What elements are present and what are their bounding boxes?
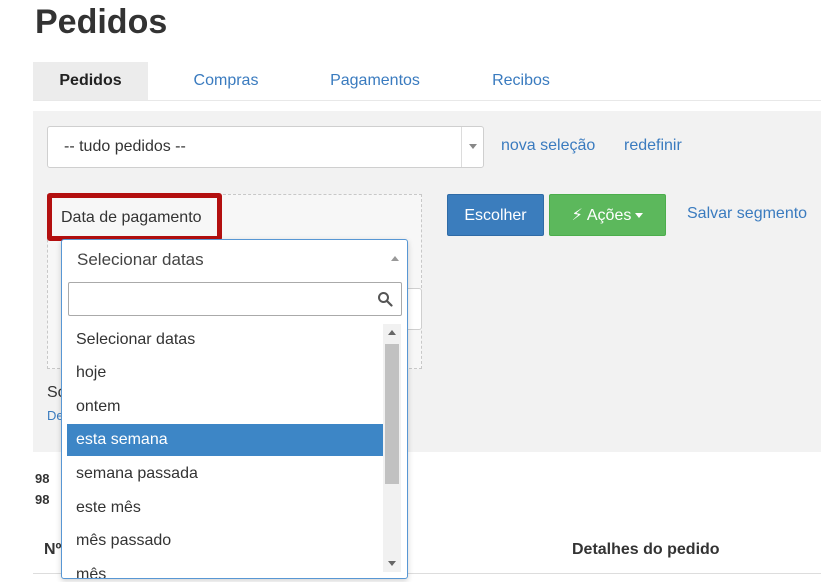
date-option-this-week[interactable]: esta semana: [67, 424, 383, 456]
save-segment-link[interactable]: Salvar segmento: [687, 205, 807, 223]
page-title: Pedidos: [35, 3, 168, 41]
chevron-up-icon: [391, 256, 399, 261]
lightning-icon: ⚡: [571, 207, 583, 224]
order-selection-select[interactable]: -- tudo pedidos --: [47, 126, 484, 168]
date-options-list: Selecionar datas hoje ontem esta semana …: [67, 324, 383, 578]
scrollbar-thumb[interactable]: [385, 344, 399, 484]
date-option-this-month[interactable]: este mês: [67, 492, 383, 524]
date-option-today[interactable]: hoje: [67, 357, 383, 389]
scroll-up-icon[interactable]: [388, 330, 396, 335]
tab-bar: Pedidos Compras Pagamentos Recibos: [33, 62, 821, 101]
date-dropdown-selected: Selecionar datas: [77, 250, 204, 269]
date-search-box[interactable]: [68, 282, 402, 316]
date-search-input[interactable]: [69, 283, 369, 315]
summary-count-2: 98: [35, 492, 50, 507]
actions-button[interactable]: ⚡ Ações: [549, 194, 666, 236]
date-dropdown[interactable]: Selecionar datas Selecionar datas hoje o…: [61, 239, 408, 579]
column-header-number: Nº: [44, 541, 62, 558]
tab-pagamentos[interactable]: Pagamentos: [315, 62, 435, 100]
scroll-down-icon[interactable]: [388, 561, 396, 566]
choose-button[interactable]: Escolher: [447, 194, 544, 236]
select-arrow[interactable]: [461, 127, 483, 167]
new-selection-link[interactable]: nova seleção: [501, 137, 595, 155]
date-option-last-week[interactable]: semana passada: [67, 458, 383, 490]
date-option-select[interactable]: Selecionar datas: [67, 324, 383, 356]
caret-down-icon: [635, 213, 644, 219]
payment-date-label: Data de pagamento: [61, 209, 202, 226]
date-option-yesterday[interactable]: ontem: [67, 391, 383, 423]
date-option-partial[interactable]: mês: [67, 559, 383, 578]
search-icon: [378, 292, 393, 307]
tab-compras[interactable]: Compras: [183, 62, 269, 100]
date-dropdown-header[interactable]: Selecionar datas: [62, 240, 407, 278]
column-header-details[interactable]: Detalhes do pedido: [572, 541, 720, 559]
dropdown-scrollbar[interactable]: [383, 324, 401, 572]
payment-date-label-highlight: Data de pagamento: [47, 193, 222, 241]
order-selection-value: -- tudo pedidos --: [64, 138, 186, 155]
reset-link[interactable]: redefinir: [624, 137, 682, 155]
date-option-last-month[interactable]: mês passado: [67, 525, 383, 557]
tab-recibos[interactable]: Recibos: [481, 62, 561, 100]
chevron-down-icon: [469, 144, 477, 149]
summary-count-1: 98: [35, 471, 50, 486]
tab-pedidos[interactable]: Pedidos: [33, 62, 148, 100]
actions-button-label: Ações: [586, 207, 632, 224]
